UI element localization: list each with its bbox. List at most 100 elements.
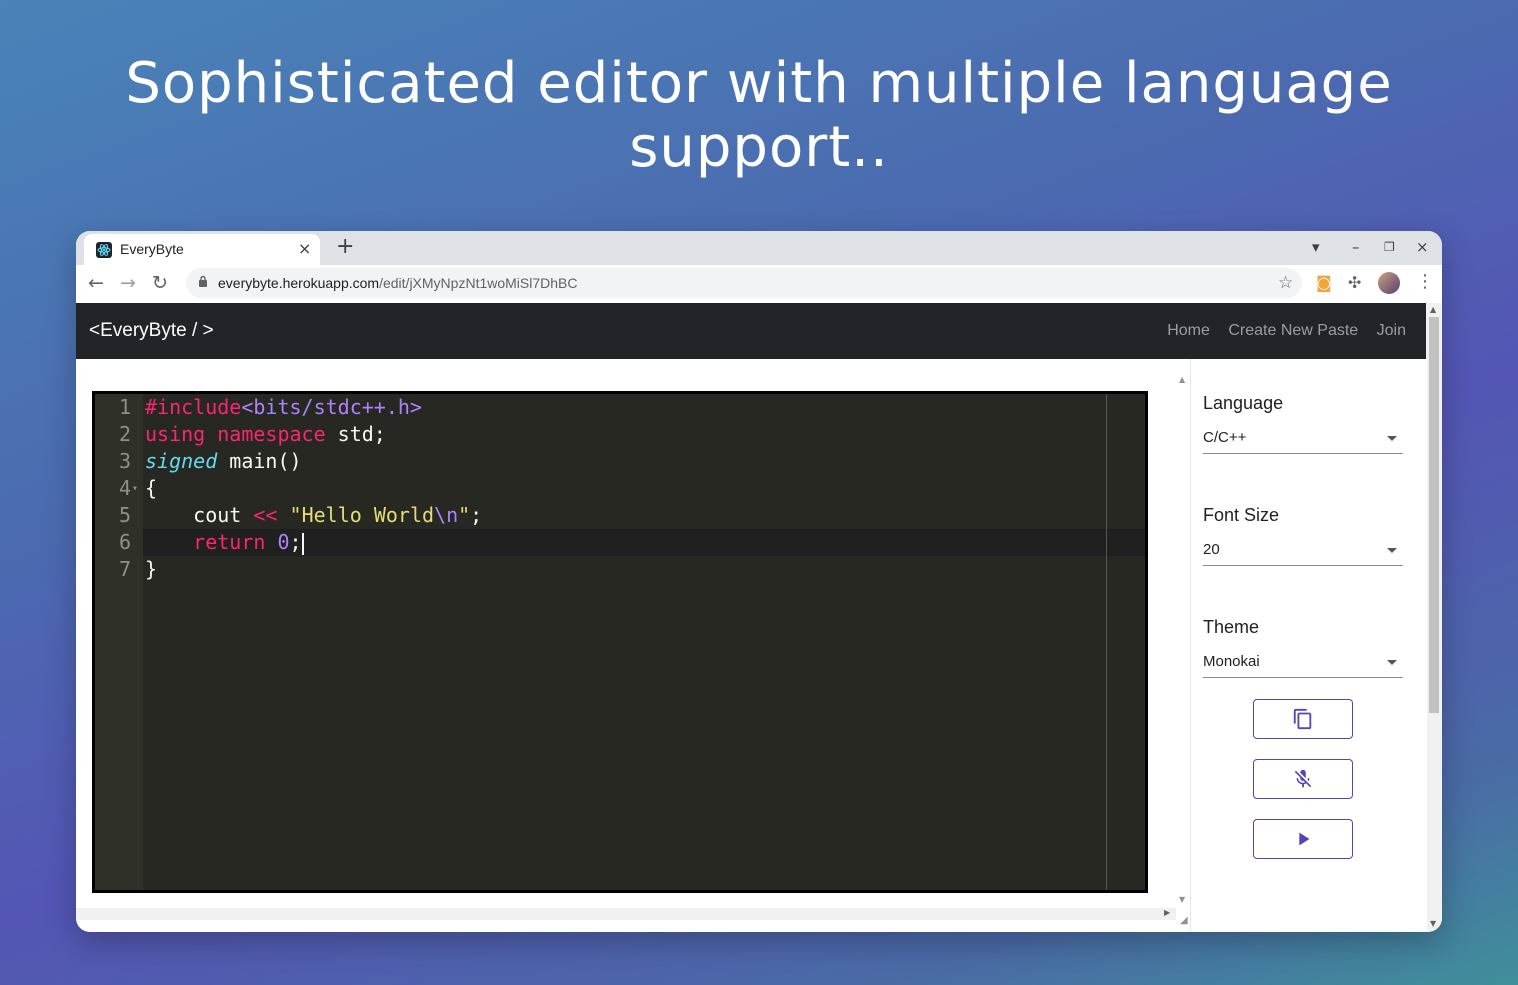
url-text: everybyte.herokuapp.com/edit/jXMyNpzNt1w… [218, 275, 578, 291]
url-host: everybyte.herokuapp.com [218, 275, 380, 291]
copy-button[interactable] [1253, 699, 1353, 739]
bookmark-star-icon[interactable]: ☆ [1278, 273, 1293, 293]
nav-home[interactable]: Home [1167, 322, 1210, 339]
print-margin [1106, 394, 1107, 890]
token-string: " [458, 503, 471, 527]
resize-handle-icon[interactable]: ◢ [1180, 915, 1188, 926]
nav-join[interactable]: Join [1377, 322, 1406, 339]
line-content: #include<bits/stdc++.h> [145, 394, 422, 421]
theme-select[interactable]: Monokai [1203, 651, 1403, 678]
react-icon [96, 242, 112, 258]
avatar[interactable] [1378, 272, 1400, 294]
app-navbar: <EveryByte / > Home Create New Paste Joi… [76, 303, 1426, 359]
scroll-up-arrow-icon[interactable]: ▲ [1430, 305, 1436, 314]
line-number: 1 [118, 395, 131, 419]
headline-line-2: support.. [629, 115, 889, 180]
token-text: main() [217, 449, 302, 473]
tab-bar: EveryByte × + ▾ – ❐ × [76, 231, 1442, 265]
token-keyword: using [145, 422, 206, 446]
extensions-puzzle-icon[interactable]: ✣ [1348, 273, 1361, 292]
font-size-select[interactable]: 20 [1203, 539, 1403, 566]
token-operator: << [253, 503, 278, 527]
token-text: ; [289, 530, 302, 554]
line-content: signed main() [145, 448, 302, 475]
play-icon [1299, 832, 1310, 846]
mic-toggle-button[interactable] [1253, 759, 1353, 799]
fold-arrow-icon[interactable]: ▾ [132, 475, 138, 502]
code-editor[interactable]: 1 #include<bits/stdc++.h> 2 using namesp… [92, 391, 1148, 893]
address-bar[interactable]: everybyte.herokuapp.com/edit/jXMyNpzNt1w… [186, 268, 1302, 298]
page-scrollbar[interactable]: ▲ ▼ [1426, 303, 1442, 932]
lock-icon [198, 275, 208, 290]
new-tab-icon[interactable]: + [336, 234, 354, 259]
tab-close-icon[interactable]: × [298, 239, 311, 258]
scroll-up-arrow-icon[interactable]: ▲ [1179, 375, 1185, 384]
headline-line-1: Sophisticated editor with multiple langu… [125, 51, 1393, 116]
run-button[interactable] [1253, 819, 1353, 859]
token-include-file: <bits/stdc++.h> [241, 395, 422, 419]
profile-menu-icon[interactable]: ▾ [1312, 238, 1320, 256]
browser-tab[interactable]: EveryByte × [84, 234, 320, 265]
line-number: 5 [118, 503, 131, 527]
browser-window: EveryByte × + ▾ – ❐ × ← → ↻ everybyte.he… [76, 231, 1442, 932]
token-string: "Hello World [289, 503, 435, 527]
forward-icon[interactable]: → [120, 272, 136, 294]
editor-horizontal-scrollbar[interactable]: ▶ [76, 908, 1176, 920]
token-text: ; [470, 503, 483, 527]
token-text: std; [325, 422, 386, 446]
tab-title: EveryByte [120, 241, 184, 257]
language-select[interactable]: C/C++ [1203, 427, 1403, 454]
text-cursor [301, 532, 304, 555]
scroll-down-arrow-icon[interactable]: ▼ [1430, 919, 1436, 928]
close-window-icon[interactable]: × [1416, 238, 1429, 256]
kebab-menu-icon[interactable]: ⋮ [1416, 271, 1434, 292]
editor-vertical-scrollbar[interactable]: ▲ ▼ [1176, 375, 1190, 920]
settings-sidebar: Language C/C++ Font Size 20 Theme Monoka… [1190, 359, 1427, 932]
token-type: signed [145, 449, 218, 473]
chevron-down-icon [1387, 436, 1397, 441]
copy-icon [1293, 708, 1312, 730]
line-content: cout << "Hello World\n"; [145, 502, 482, 529]
line-content: return 0; [145, 529, 304, 556]
line-content: } [145, 557, 158, 581]
font-size-value: 20 [1203, 541, 1220, 558]
browser-toolbar: ← → ↻ everybyte.herokuapp.com/edit/jXMyN… [76, 265, 1442, 304]
token-identifier: cout [193, 503, 242, 527]
theme-label: Theme [1203, 617, 1260, 637]
editor-area: 1 #include<bits/stdc++.h> 2 using namesp… [76, 359, 1190, 932]
language-value: C/C++ [1203, 429, 1247, 446]
line-content: using namespace std; [145, 421, 386, 448]
token-include: #include [145, 395, 242, 419]
token-escape: \n [434, 503, 459, 527]
nav-create-new-paste[interactable]: Create New Paste [1228, 322, 1358, 339]
restore-icon[interactable]: ❐ [1384, 240, 1395, 254]
nav-links: Home Create New Paste Join [1153, 322, 1406, 340]
line-number: 7 [118, 557, 131, 581]
scroll-right-arrow-icon[interactable]: ▶ [1164, 908, 1170, 917]
theme-value: Monokai [1203, 653, 1260, 670]
token-keyword: return [193, 530, 266, 554]
line-number: 4 [118, 476, 131, 500]
chevron-down-icon [1387, 660, 1397, 665]
token-keyword: namespace [217, 422, 326, 446]
reload-icon[interactable]: ↻ [152, 272, 168, 294]
line-content: { [145, 476, 158, 500]
language-label: Language [1203, 393, 1284, 413]
url-path: /edit/jXMyNpzNt1woMiSl7DhBC [379, 275, 578, 291]
back-icon[interactable]: ← [88, 272, 104, 294]
token-number: 0 [277, 530, 290, 554]
scroll-down-arrow-icon[interactable]: ▼ [1179, 895, 1185, 904]
headline: Sophisticated editor with multiple langu… [0, 52, 1518, 180]
mic-off-icon [1294, 769, 1312, 788]
font-size-label: Font Size [1203, 505, 1280, 525]
page-scrollbar-thumb[interactable] [1429, 317, 1439, 713]
minimize-icon[interactable]: – [1352, 238, 1360, 256]
line-number: 2 [118, 422, 131, 446]
line-number: 3 [118, 449, 131, 473]
chevron-down-icon [1387, 548, 1397, 553]
screenshot-extension-icon[interactable]: ◙ [1316, 273, 1332, 292]
line-number: 6 [118, 530, 131, 554]
brand-logo[interactable]: <EveryByte / > [89, 320, 214, 342]
